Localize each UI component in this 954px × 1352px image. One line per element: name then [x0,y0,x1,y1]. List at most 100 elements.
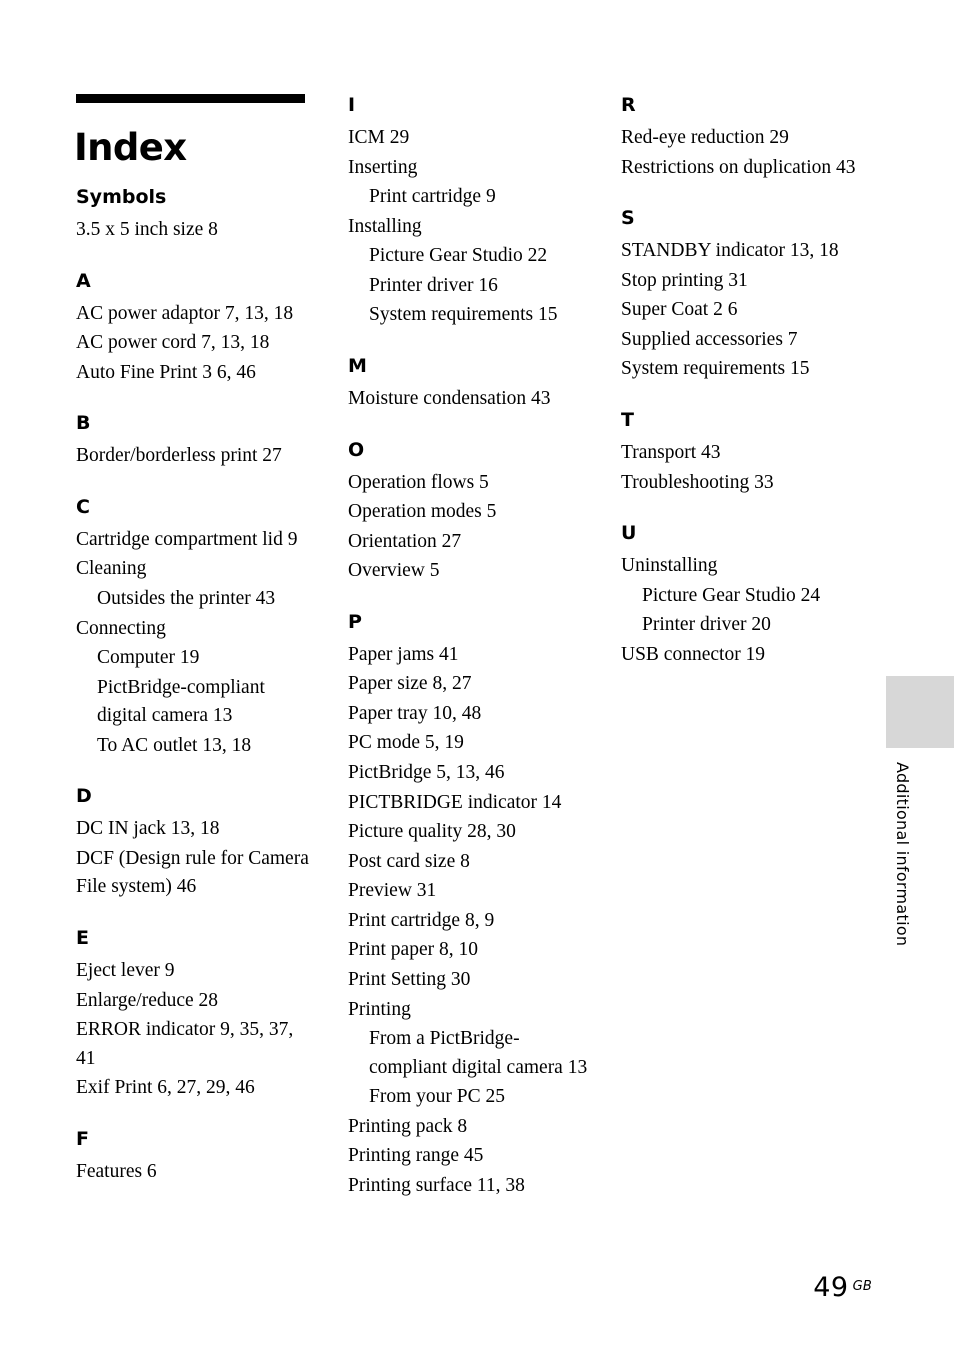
index-entry: Border/borderless print 27 [76,445,282,467]
index-entry: DC IN jack 13, 18 [76,818,220,840]
index-subentry: From a PictBridge-compliant digital came… [369,1028,588,1078]
index-entry: Cleaning [76,558,147,580]
index-entry: Paper tray 10, 48 [348,702,482,724]
index-entry: Printing [348,998,411,1020]
index-letter-heading: T [621,408,634,431]
index-group: O Operation flows 5 Operation modes 5 Orien… [348,438,594,586]
index-group: E Eject lever 9 Enlarge/reduce 28 ERROR ind… [76,929,314,1103]
index-entry: Cartridge compartment lid 9 [76,528,298,550]
index-letter-heading: I [348,94,356,116]
index-entry: Orientation 27 [348,530,462,552]
column-right-content: R Red-eye reduction 29 Restrictions on dup… [621,96,871,669]
column-right: R Red-eye reduction 29 Restrictions on dup… [621,96,871,670]
index-subentry: Computer 19 [97,647,200,669]
index-letter-heading: B [76,412,91,435]
index-entry: Installing [348,215,422,237]
index-letter-heading: E [76,927,89,949]
index-letter-heading: M [348,354,367,377]
index-entry: Supplied accessories 7 [621,328,798,350]
index-entry: Printing range 45 [348,1145,484,1167]
index-entry: Print paper 8, 10 [348,939,478,961]
index-entry: Printing surface 11, 38 [348,1174,525,1196]
index-subentry: PictBridge-compliant digital camera 13 [97,676,265,727]
index-letter-heading: O [348,438,365,461]
index-entry: Operation modes 5 [348,501,497,523]
index-group: R Red-eye reduction 29 Restrictions on dup… [621,96,871,182]
column-left: Symbols 3.5 x 5 inch size 8 A AC power adap… [76,96,314,1187]
index-group: I ICM 29 Inserting Print cartridge 9 Install… [348,96,594,330]
index-letter-heading: P [348,610,362,633]
index-subentry: System requirements 15 [369,304,558,326]
index-entry: PC mode 5, 19 [348,732,464,754]
index-entry: Stop printing 31 [621,269,748,291]
index-page: Index Symbols 3.5 x 5 inch size 8 A AC powe… [0,0,954,1352]
index-subentry: Picture Gear Studio 24 [642,584,821,606]
index-entry: Red-eye reduction 29 [621,127,789,148]
index-entry: Enlarge/reduce 28 [76,989,219,1011]
index-entry: Eject lever 9 [76,960,175,981]
index-entry: DCF (Design rule for Camera File system)… [76,847,309,898]
index-letter-heading: F [76,1127,89,1150]
index-entry: AC power cord 7, 13, 18 [76,332,270,354]
index-letter-heading: U [621,522,637,545]
index-entry: Overview 5 [348,560,440,582]
index-entry: Print cartridge 8, 9 [348,909,495,931]
page-number-suffix: GB [852,1278,872,1294]
index-group: C Cartridge compartment lid 9 Cleaning Outs… [76,495,314,761]
section-edge-tab [886,676,954,748]
index-entry: Print Setting 30 [348,968,471,990]
index-entry: Picture quality 28, 30 [348,821,516,843]
index-entry: System requirements 15 [621,358,810,380]
index-entry: Auto Fine Print 3 6, 46 [76,361,256,383]
index-group: P Paper jams 41 Paper size 8, 27 Paper tray… [348,610,594,1201]
index-entry: STANDBY indicator 13, 18 [621,240,839,262]
index-entry: Moisture condensation 43 [348,387,551,409]
index-entry: Paper jams 41 [348,643,459,665]
index-entry: Paper size 8, 27 [348,673,472,695]
index-letter-heading: Symbols [76,186,167,208]
index-subentry: To AC outlet 13, 18 [97,734,252,756]
index-group: D DC IN jack 13, 18 DCF (Design rule for C… [76,787,314,902]
index-group: T Transport 43 Troubleshooting 33 [621,408,871,497]
index-subentry: Outsides the printer 43 [97,587,276,609]
index-letter-heading: C [76,495,90,518]
index-entry: Restrictions on duplication 43 [621,156,856,178]
index-subentry: Picture Gear Studio 22 [369,245,548,267]
index-letter-heading: R [621,94,636,116]
index-entry: PICTBRIDGE indicator 14 [348,791,562,813]
index-entry: Printing pack 8 [348,1115,468,1137]
index-letter-heading: S [621,207,635,230]
column-middle-content: I ICM 29 Inserting Print cartridge 9 Install… [348,96,594,1200]
index-entry: Post card size 8 [348,850,470,872]
section-edge-label: Additional information [893,762,912,947]
index-subentry: Printer driver 20 [642,614,771,636]
index-group: S STANDBY indicator 13, 18 Stop printing 3… [621,209,871,384]
index-letter-heading: D [76,785,92,808]
index-subentry: Printer driver 16 [369,274,498,296]
index-entry: 3.5 x 5 inch size 8 [76,219,218,240]
index-entry: PictBridge 5, 13, 46 [348,762,505,783]
index-entry: Inserting [348,156,418,178]
index-subentry: Print cartridge 9 [369,186,496,208]
index-letter-heading: A [76,269,91,292]
index-group: Symbols 3.5 x 5 inch size 8 [76,188,314,245]
index-entry: Preview 31 [348,880,437,902]
index-entry: Transport 43 [621,441,721,463]
index-entry: ERROR indicator 9, 35, 37, 41 [76,1019,294,1069]
index-group: A AC power adaptor 7, 13, 18 AC power cord… [76,269,314,388]
index-entry: USB connector 19 [621,643,766,665]
index-group: F Features 6 [76,1127,314,1187]
index-entry: Super Coat 2 6 [621,299,738,321]
page-number: 49 [813,1272,849,1303]
index-entry: Operation flows 5 [348,471,489,493]
index-group: M Moisture condensation 43 [348,354,594,414]
index-subentry: From your PC 25 [369,1086,505,1108]
page-footer: 49 GB [0,1272,872,1303]
index-group: U Uninstalling Picture Gear Studio 24 Print… [621,524,871,669]
index-group: B Border/borderless print 27 [76,414,314,471]
index-entry: Exif Print 6, 27, 29, 46 [76,1077,255,1099]
column-left-content: Symbols 3.5 x 5 inch size 8 A AC power adap… [76,96,314,1186]
index-entry: Connecting [76,617,166,639]
index-entry: AC power adaptor 7, 13, 18 [76,302,294,324]
column-middle: I ICM 29 Inserting Print cartridge 9 Install… [348,96,594,1201]
